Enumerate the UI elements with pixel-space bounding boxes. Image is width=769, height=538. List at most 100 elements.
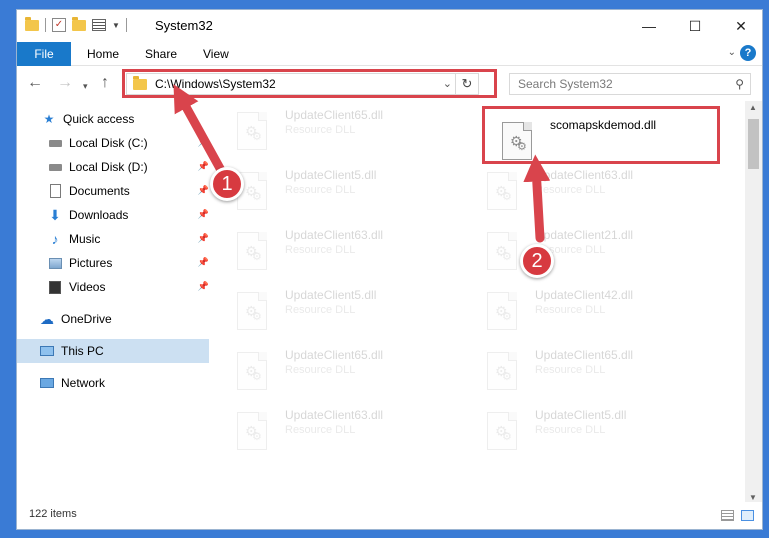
file-type: Resource DLL [535,184,606,196]
pin-icon: 📌 [197,209,209,219]
list-item[interactable]: ⚙ ⚙ UpdateClient21.dll Resource DLL [471,226,701,282]
file-name: UpdateClient42.dll [535,288,634,302]
sidebar-item-local-disk-d[interactable]: Local Disk (D:) 📌 [17,155,211,179]
list-item[interactable]: ⚙ ⚙ UpdateClient65.dll Resource DLL [221,106,451,162]
dll-file-icon: ⚙ ⚙ [237,112,269,152]
address-bar-highlight [122,69,497,98]
sidebar-item-documents[interactable]: Documents 📌 [17,179,211,203]
list-item[interactable]: ⚙ ⚙ UpdateClient63.dll Resource DLL [221,406,451,462]
sidebar-item-label: Network [61,376,106,390]
dll-file-icon: ⚙ ⚙ [237,412,269,452]
sidebar-item-label: Pictures [69,256,113,270]
search-input[interactable]: Search System32 [518,77,613,91]
new-folder-icon[interactable] [72,16,86,31]
file-name: UpdateClient5.dll [285,168,377,182]
step-2-badge: 2 [520,244,554,278]
details-view-icon[interactable] [721,510,734,521]
customize-toolbar-chevron-icon[interactable]: ▼ [112,21,120,30]
sidebar-item-videos[interactable]: Videos 📌 [17,275,211,299]
sidebar-item-local-disk-c[interactable]: Local Disk (C:) 📌 [17,131,211,155]
star-icon: ★ [43,112,55,126]
folder-icon[interactable] [25,16,39,31]
list-item[interactable]: ⚙ ⚙ UpdateClient42.dll Resource DLL [471,286,701,342]
file-name: UpdateClient63.dll [535,168,634,182]
list-item[interactable]: ⚙ ⚙ UpdateClient5.dll Resource DLL [471,406,701,462]
file-type: Resource DLL [285,184,356,196]
file-name: UpdateClient65.dll [285,348,384,362]
pin-icon: 📌 [197,161,209,171]
scroll-up-arrow-icon[interactable]: ▲ [749,103,757,112]
sidebar-item-pictures[interactable]: Pictures 📌 [17,251,211,275]
dll-file-icon: ⚙ ⚙ [237,232,269,272]
file-name: UpdateClient63.dll [285,408,384,422]
sidebar-item-label: This PC [61,344,104,358]
list-item[interactable]: ⚙ ⚙ UpdateClient5.dll Resource DLL [221,286,451,342]
dll-file-icon: ⚙ ⚙ [487,292,519,332]
sidebar-item-this-pc[interactable]: This PC [17,339,209,363]
step-1-badge: 1 [210,167,244,201]
file-type: Resource DLL [535,364,606,376]
pictures-icon [47,255,63,271]
back-arrow-icon[interactable]: ← [27,75,43,91]
file-name: UpdateClient65.dll [285,108,384,122]
minimize-button[interactable]: — [626,10,672,42]
scrollbar-thumb[interactable] [748,119,759,169]
list-item[interactable]: ⚙ ⚙ UpdateClient63.dll Resource DLL [221,226,451,282]
list-item[interactable]: ⚙ ⚙ UpdateClient5.dll Resource DLL [221,166,451,222]
sidebar-item-label: Documents [69,184,130,198]
computer-icon [39,343,55,359]
list-item[interactable]: ⚙ ⚙ UpdateClient65.dll Resource DLL [471,346,701,402]
sidebar-item-network[interactable]: Network [17,371,211,395]
dll-file-icon: ⚙ ⚙ [487,412,519,452]
file-type: Resource DLL [285,364,356,376]
dll-file-icon: ⚙ ⚙ [487,172,519,212]
pin-icon: 📌 [197,137,209,147]
list-item[interactable]: ⚙ ⚙ UpdateClient65.dll Resource DLL [221,346,451,402]
sidebar-item-quick-access[interactable]: ★ Quick access [17,107,211,131]
tab-view[interactable]: View [203,42,229,66]
list-item[interactable]: ⚙ ⚙ UpdateClient63.dll Resource DLL [471,166,701,222]
tab-file[interactable]: File [17,42,71,66]
file-name: UpdateClient63.dll [285,228,384,242]
file-type: Resource DLL [285,244,356,256]
maximize-button[interactable]: ☐ [672,10,718,42]
tab-share[interactable]: Share [145,42,177,66]
music-icon: ♪ [51,231,59,247]
sidebar-item-label: Music [69,232,101,246]
recent-locations-chevron-icon[interactable]: ▾ [83,78,88,94]
file-type: Resource DLL [285,124,356,136]
window-title: System32 [155,18,213,33]
properties-check-icon[interactable]: ✓ [52,18,66,32]
videos-icon [47,279,63,295]
file-name: UpdateClient65.dll [535,348,634,362]
dll-file-icon: ⚙ ⚙ [487,232,519,272]
search-box[interactable]: Search System32 ⚲ [509,73,751,95]
properties-icon[interactable] [92,19,106,31]
search-icon[interactable]: ⚲ [735,77,744,91]
large-icons-view-icon[interactable] [741,510,754,521]
forward-arrow-icon[interactable]: → [57,75,73,91]
dll-file-icon: ⚙ ⚙ [237,292,269,332]
sidebar-item-music[interactable]: ♪ Music 📌 [17,227,211,251]
help-button[interactable]: ? [740,45,756,61]
quick-access-toolbar: ✓ ▼ [25,16,127,32]
tab-home[interactable]: Home [87,42,119,66]
vertical-scrollbar[interactable]: ▲ ▼ [745,101,762,504]
documents-icon [47,183,63,199]
file-type: Resource DLL [285,424,356,436]
file-highlight [482,106,720,164]
file-name: UpdateClient5.dll [285,288,377,302]
up-arrow-icon[interactable]: ↑ [101,75,109,91]
toolbar-divider [45,18,46,32]
cloud-icon: ☁ [40,310,54,327]
file-type: Resource DLL [535,424,606,436]
file-type: Resource DLL [535,304,606,316]
sidebar-item-downloads[interactable]: ⬇ Downloads 📌 [17,203,211,227]
item-count: 122 items [29,508,77,520]
scroll-down-arrow-icon[interactable]: ▼ [749,493,757,502]
sidebar-item-onedrive[interactable]: ☁ OneDrive [17,307,211,331]
close-button[interactable]: ✕ [718,10,762,42]
file-name: UpdateClient5.dll [535,408,627,422]
dll-file-icon: ⚙ ⚙ [237,352,269,392]
expand-ribbon-chevron-icon[interactable]: ⌄ [728,47,736,58]
